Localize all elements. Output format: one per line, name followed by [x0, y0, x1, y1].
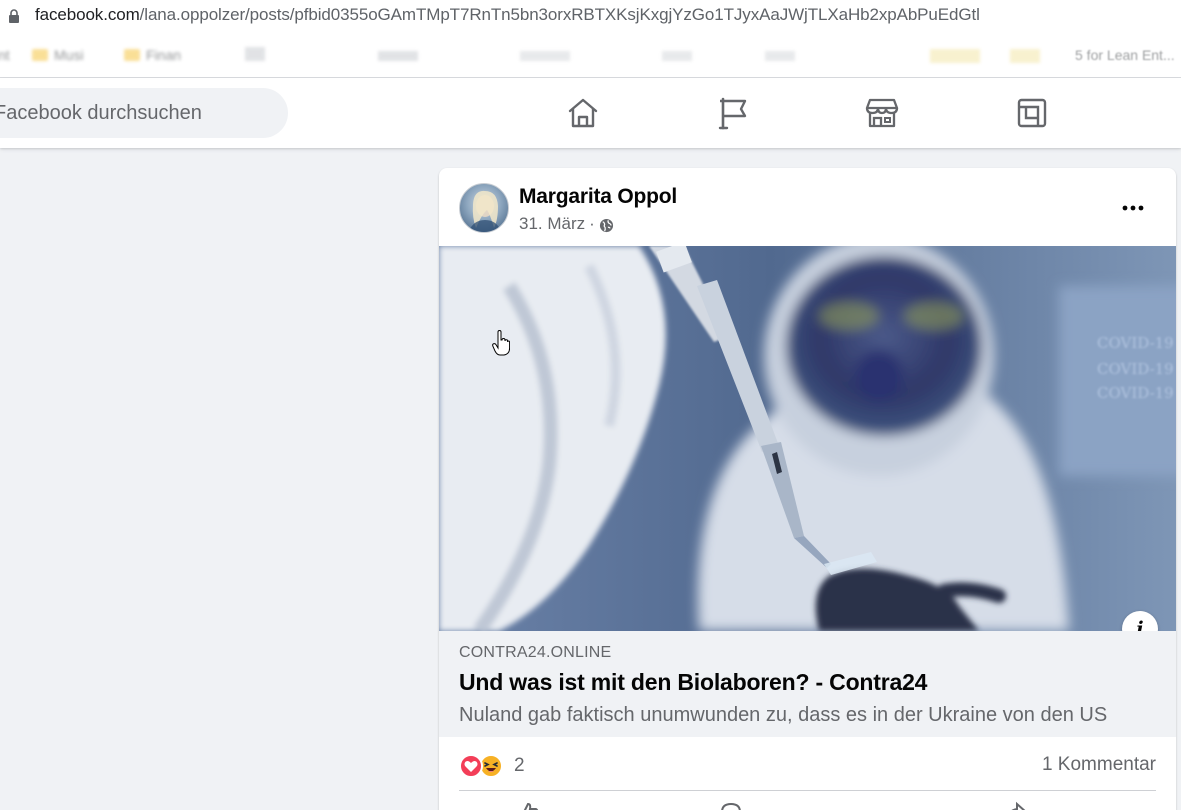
- bookmark-item[interactable]: [245, 47, 265, 61]
- reactions-summary[interactable]: 2: [459, 749, 525, 783]
- facebook-top-nav: [0, 78, 1181, 148]
- home-icon[interactable]: [565, 95, 601, 131]
- meta-separator: ·: [589, 214, 595, 233]
- comment-count[interactable]: 1 Kommentar: [1042, 754, 1156, 776]
- bookmark-item[interactable]: nt: [0, 47, 10, 63]
- more-icon: [1122, 205, 1144, 211]
- post-meta: 31. März ·: [519, 214, 614, 234]
- reaction-count: 2: [514, 755, 525, 776]
- post-options-button[interactable]: [1115, 190, 1151, 226]
- author-name[interactable]: Margarita Oppol: [519, 185, 677, 209]
- url-path: /lana.oppolzer/posts/pfbid0355oGAmTMpT7R…: [139, 5, 980, 24]
- bookmark-item[interactable]: [662, 51, 692, 61]
- url-text[interactable]: facebook.com/lana.oppolzer/posts/pfbid03…: [35, 5, 980, 25]
- link-description: Nuland gab faktisch unumwunden zu, dass …: [459, 704, 1108, 726]
- share-icon[interactable]: [1004, 801, 1028, 810]
- screen-text: COVID-19: [1097, 334, 1174, 352]
- love-reaction-icon: [459, 754, 483, 778]
- bookmark-item[interactable]: [765, 51, 795, 61]
- lock-icon: [9, 9, 19, 23]
- post-actions: [459, 793, 1156, 810]
- pages-icon[interactable]: [715, 95, 751, 131]
- browser-address-bar[interactable]: facebook.com/lana.oppolzer/posts/pfbid03…: [0, 0, 1181, 32]
- bookmark-item[interactable]: 5 for Lean Ent...: [1075, 47, 1175, 63]
- bookmark-item[interactable]: [930, 49, 980, 63]
- search-bar: [0, 88, 288, 138]
- folder-icon: [32, 49, 48, 61]
- divider: [459, 790, 1156, 791]
- url-domain: facebook.com: [35, 5, 140, 24]
- link-preview-image[interactable]: COVID-19 COVID-19 COVID-19: [439, 246, 1176, 631]
- folder-icon: [124, 49, 140, 61]
- bookmarks-bar: nt Musi Finan 5 for Lean Ent...: [0, 32, 1181, 78]
- gaming-icon[interactable]: [1014, 95, 1050, 131]
- like-icon[interactable]: [517, 801, 541, 810]
- screen-text: COVID-19: [1097, 384, 1174, 402]
- screen-text: COVID-19: [1097, 360, 1174, 378]
- search-input[interactable]: [0, 88, 280, 138]
- bookmark-item[interactable]: Finan: [124, 47, 181, 63]
- marketplace-icon[interactable]: [864, 95, 900, 131]
- author-avatar[interactable]: [459, 183, 509, 233]
- link-title: Und was ist mit den Biolaboren? - Contra…: [459, 669, 928, 695]
- post-card: Margarita Oppol 31. März · COVID-19 COVI…: [439, 168, 1176, 810]
- post-date[interactable]: 31. März: [519, 214, 585, 234]
- bookmark-item[interactable]: [378, 51, 418, 61]
- bookmark-item[interactable]: [520, 51, 570, 61]
- bookmark-item[interactable]: Musi: [32, 47, 84, 63]
- globe-icon: [599, 218, 613, 232]
- comment-icon[interactable]: [719, 801, 743, 810]
- link-preview[interactable]: CONTRA24.ONLINE Und was ist mit den Biol…: [439, 631, 1176, 737]
- bookmark-item[interactable]: [1010, 49, 1040, 63]
- link-domain: CONTRA24.ONLINE: [459, 644, 612, 661]
